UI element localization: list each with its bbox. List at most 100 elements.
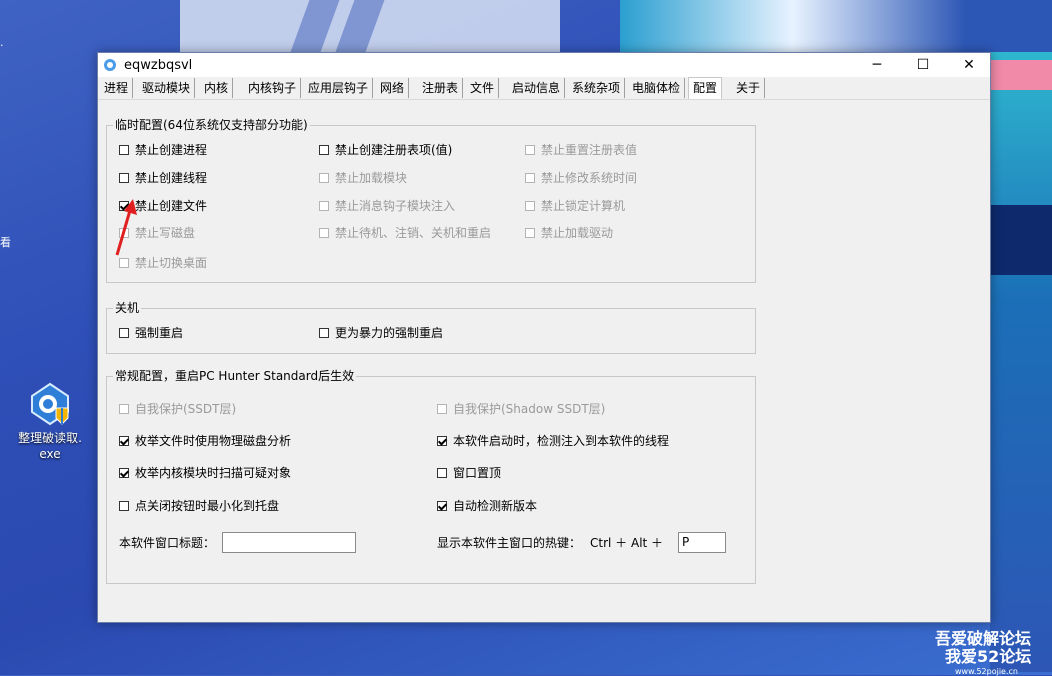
shield-app-icon bbox=[28, 382, 72, 426]
window-title: eqwzbqsvl bbox=[124, 58, 193, 73]
window-title-input[interactable] bbox=[222, 532, 356, 553]
watermark-line: 我爱52论坛 bbox=[945, 647, 1032, 666]
red-arrow-annotation bbox=[115, 199, 137, 256]
desktop-edge-text: 看 bbox=[0, 236, 11, 249]
tab-system-misc[interactable]: 系统杂项 bbox=[568, 78, 626, 98]
tab-bar: 进程 驱动模块 内核 内核钩子 应用层钩子 网络 注册表 文件 启动信息 系统杂… bbox=[98, 77, 990, 100]
checkbox-label: 点关闭按钮时最小化到托盘 bbox=[135, 499, 280, 513]
tab-files[interactable]: 文件 bbox=[466, 78, 500, 98]
checkbox-box bbox=[525, 201, 535, 211]
tab-registry[interactable]: 注册表 bbox=[418, 78, 464, 98]
checkbox-label: 本软件启动时，检测注入到本软件的线程 bbox=[453, 434, 670, 448]
general-config-title: 常规配置，重启PC Hunter Standard后生效 bbox=[113, 369, 357, 383]
maximize-button[interactable]: ☐ bbox=[900, 53, 946, 77]
checkbox-block-hook-inject: 禁止消息钩子模块注入 bbox=[319, 199, 455, 213]
temp-config-group: 临时配置(64位系统仅支持部分功能) 禁止创建进程 禁止创建注册表项(值) 禁止… bbox=[106, 118, 756, 283]
checkbox-box bbox=[119, 404, 129, 414]
checkbox-label: 禁止消息钩子模块注入 bbox=[335, 199, 456, 213]
checkbox-box bbox=[319, 201, 329, 211]
wallpaper-shape bbox=[990, 60, 1052, 90]
checkbox-block-change-time: 禁止修改系统时间 bbox=[525, 171, 637, 185]
desktop-icon-exe[interactable]: 整理破读取. exe bbox=[14, 382, 86, 462]
checkbox-box[interactable] bbox=[119, 468, 129, 478]
window-title-label: 本软件窗口标题： bbox=[119, 536, 216, 550]
checkbox-label: 禁止创建文件 bbox=[135, 199, 208, 213]
checkbox-detect-injected-threads[interactable]: 本软件启动时，检测注入到本软件的线程 bbox=[437, 434, 669, 448]
checkbox-label: 更为暴力的强制重启 bbox=[335, 326, 444, 340]
desktop-icon-label-ext: exe bbox=[39, 447, 61, 461]
checkbox-box[interactable] bbox=[119, 501, 129, 511]
checkbox-block-create-thread[interactable]: 禁止创建线程 bbox=[119, 171, 207, 185]
checkbox-box bbox=[525, 173, 535, 183]
checkbox-block-lock-computer: 禁止锁定计算机 bbox=[525, 199, 625, 213]
checkbox-self-protect-ssdt: 自我保护(SSDT层) bbox=[119, 402, 236, 416]
checkbox-self-protect-shadow-ssdt: 自我保护(Shadow SSDT层) bbox=[437, 402, 605, 416]
checkbox-label: 禁止创建注册表项(值) bbox=[335, 143, 453, 157]
checkbox-box bbox=[525, 228, 535, 238]
wallpaper-shape bbox=[620, 0, 1052, 52]
shutdown-title: 关机 bbox=[113, 301, 142, 315]
checkbox-box[interactable] bbox=[319, 328, 329, 338]
checkbox-block-reset-registry: 禁止重置注册表值 bbox=[525, 143, 637, 157]
checkbox-label: 禁止创建进程 bbox=[135, 143, 208, 157]
tab-startup[interactable]: 启动信息 bbox=[508, 78, 566, 98]
checkbox-box bbox=[319, 228, 329, 238]
checkbox-block-load-driver: 禁止加载驱动 bbox=[525, 226, 613, 240]
tab-pc-checkup[interactable]: 电脑体检 bbox=[628, 78, 686, 98]
close-button[interactable]: ✕ bbox=[946, 53, 992, 77]
checkbox-force-reboot[interactable]: 强制重启 bbox=[119, 326, 183, 340]
checkbox-box[interactable] bbox=[319, 145, 329, 155]
checkbox-block-load-module: 禁止加载模块 bbox=[319, 171, 407, 185]
checkbox-box[interactable] bbox=[119, 436, 129, 446]
checkbox-always-on-top[interactable]: 窗口置顶 bbox=[437, 466, 501, 480]
checkbox-minimize-to-tray[interactable]: 点关闭按钮时最小化到托盘 bbox=[119, 499, 279, 513]
desktop-edge-text: . bbox=[0, 36, 4, 49]
checkbox-label: 禁止切换桌面 bbox=[135, 256, 208, 270]
tab-about[interactable]: 关于 bbox=[732, 78, 766, 98]
hotkey-modifiers: Ctrl ＋ Alt ＋ bbox=[590, 536, 664, 550]
checkbox-label: 自我保护(SSDT层) bbox=[135, 402, 237, 416]
checkbox-box bbox=[437, 404, 447, 414]
general-config-group: 常规配置，重启PC Hunter Standard后生效 自我保护(SSDT层)… bbox=[106, 369, 756, 584]
tab-kernel-hooks[interactable]: 内核钩子 bbox=[244, 78, 302, 98]
checkbox-box[interactable] bbox=[437, 468, 447, 478]
checkbox-box bbox=[119, 258, 129, 268]
tab-driver-modules[interactable]: 驱动模块 bbox=[138, 78, 196, 98]
watermark: 吾爱破解论坛 我爱52论坛 www.52pojie.cn bbox=[915, 625, 1052, 676]
checkbox-label: 自我保护(Shadow SSDT层) bbox=[453, 402, 606, 416]
tab-kernel[interactable]: 内核 bbox=[200, 78, 234, 98]
checkbox-box[interactable] bbox=[119, 173, 129, 183]
title-bar[interactable]: eqwzbqsvl ─ ☐ ✕ bbox=[98, 53, 990, 77]
minimize-button[interactable]: ─ bbox=[854, 53, 900, 77]
app-window: eqwzbqsvl ─ ☐ ✕ 进程 驱动模块 内核 内核钩子 应用层钩子 网络… bbox=[97, 52, 991, 623]
checkbox-box[interactable] bbox=[437, 436, 447, 446]
checkbox-scan-suspicious-objects[interactable]: 枚举内核模块时扫描可疑对象 bbox=[119, 466, 291, 480]
app-logo-icon bbox=[104, 59, 116, 71]
checkbox-box[interactable] bbox=[119, 145, 129, 155]
checkbox-physical-disk-analysis[interactable]: 枚举文件时使用物理磁盘分析 bbox=[119, 434, 291, 448]
checkbox-box bbox=[525, 145, 535, 155]
checkbox-label: 禁止待机、注销、关机和重启 bbox=[335, 226, 492, 240]
wallpaper-shape bbox=[990, 52, 1052, 672]
checkbox-auto-update-check[interactable]: 自动检测新版本 bbox=[437, 499, 537, 513]
tab-settings[interactable]: 配置 bbox=[688, 77, 723, 99]
shutdown-group: 关机 强制重启 更为暴力的强制重启 bbox=[106, 301, 756, 354]
temp-config-title: 临时配置(64位系统仅支持部分功能) bbox=[113, 118, 310, 132]
checkbox-label: 禁止加载驱动 bbox=[541, 226, 614, 240]
checkbox-box[interactable] bbox=[119, 328, 129, 338]
tab-network[interactable]: 网络 bbox=[376, 78, 410, 98]
checkbox-block-create-process[interactable]: 禁止创建进程 bbox=[119, 143, 207, 157]
hotkey-label: 显示本软件主窗口的热键： bbox=[437, 536, 582, 550]
checkbox-label: 自动检测新版本 bbox=[453, 499, 538, 513]
tab-app-hooks[interactable]: 应用层钩子 bbox=[304, 78, 374, 98]
checkbox-label: 窗口置顶 bbox=[453, 466, 502, 480]
checkbox-violent-reboot[interactable]: 更为暴力的强制重启 bbox=[319, 326, 443, 340]
checkbox-label: 禁止修改系统时间 bbox=[541, 171, 638, 185]
checkbox-label: 枚举文件时使用物理磁盘分析 bbox=[135, 434, 292, 448]
checkbox-label: 禁止创建线程 bbox=[135, 171, 208, 185]
checkbox-box[interactable] bbox=[437, 501, 447, 511]
hotkey-input[interactable]: P bbox=[678, 532, 726, 553]
tab-process[interactable]: 进程 bbox=[100, 78, 134, 98]
checkbox-block-create-registry[interactable]: 禁止创建注册表项(值) bbox=[319, 143, 452, 157]
checkbox-label: 禁止重置注册表值 bbox=[541, 143, 638, 157]
